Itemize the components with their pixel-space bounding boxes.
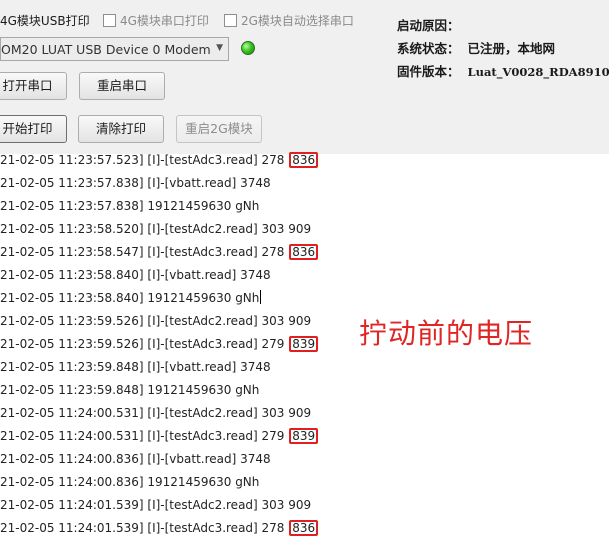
restart-port-button[interactable]: 重启串口 <box>79 72 165 100</box>
log-line: 21-02-05 11:24:00.531] [I]-[testAdc3.rea… <box>0 427 319 445</box>
start-print-button[interactable]: 开始打印 <box>0 115 67 143</box>
log-line-text: 21-02-05 11:24:00.531] [I]-[testAdc3.rea… <box>0 429 289 443</box>
log-line-text: 21-02-05 11:23:59.848] 19121459630 gNh <box>0 383 260 397</box>
boot-reason-row: 启动原因： <box>397 15 468 34</box>
option-4g-serial-print-label: 4G模块串口打印 <box>120 14 209 28</box>
log-line-text: 21-02-05 11:23:57.523] [I]-[testAdc3.rea… <box>0 153 289 167</box>
log-line-text: 21-02-05 11:24:01.539] [I]-[testAdc3.rea… <box>0 521 289 535</box>
log-line-text: 21-02-05 11:23:57.838] 19121459630 gNh <box>0 199 260 213</box>
annotation-text: 拧动前的电压 <box>359 317 534 350</box>
serial-port-select[interactable]: OM20 LUAT USB Device 0 Modem (C ▼ <box>0 37 229 61</box>
log-highlight-value: 836 <box>289 520 319 536</box>
option-4g-usb-print[interactable]: 4G模块USB打印 <box>0 12 90 29</box>
restart-2g-module-button[interactable]: 重启2G模块 <box>176 115 262 143</box>
log-line-text: 21-02-05 11:24:00.836] 19121459630 gNh <box>0 475 260 489</box>
log-highlight-value: 836 <box>289 244 319 260</box>
boot-reason-label: 启动原因： <box>397 18 460 33</box>
log-line-text: 21-02-05 11:24:00.836] [I]-[vbatt.read] … <box>0 452 271 466</box>
checkbox-4g-serial-print[interactable] <box>103 14 116 27</box>
log-highlight-value: 839 <box>289 428 319 444</box>
log-line-text: 21-02-05 11:23:59.526] [I]-[testAdc2.rea… <box>0 314 312 328</box>
log-line-text: 21-02-05 11:23:59.526] [I]-[testAdc3.rea… <box>0 337 289 351</box>
system-status-value: 已注册，本地网 <box>467 41 556 56</box>
control-panel: 4G模块USB打印 4G模块串口打印 2G模块自动选择串口 OM20 LUAT … <box>0 0 609 155</box>
log-line: 21-02-05 11:23:57.838] [I]-[vbatt.read] … <box>0 174 271 192</box>
log-line: 21-02-05 11:24:00.836] 19121459630 gNh <box>0 473 259 491</box>
log-line-text: 21-02-05 11:23:58.840] [I]-[vbatt.read] … <box>0 268 271 282</box>
log-line: 21-02-05 11:24:01.539] [I]-[testAdc3.rea… <box>0 519 319 537</box>
serial-port-select-value: OM20 LUAT USB Device 0 Modem (C <box>1 42 211 57</box>
option-2g-auto-serial-label: 2G模块自动选择串口 <box>241 14 354 28</box>
open-port-button[interactable]: 打开串口 <box>0 72 67 100</box>
log-line: 21-02-05 11:23:58.547] [I]-[testAdc3.rea… <box>0 243 319 261</box>
log-line: 21-02-05 11:23:59.526] [I]-[testAdc3.rea… <box>0 335 319 353</box>
log-line: 21-02-05 11:23:57.838] 19121459630 gNh <box>0 197 259 215</box>
log-line: 21-02-05 11:23:58.520] [I]-[testAdc2.rea… <box>0 220 311 238</box>
log-line: 21-02-05 11:23:59.848] 19121459630 gNh <box>0 381 259 399</box>
log-line-text: 21-02-05 11:23:57.838] [I]-[vbatt.read] … <box>0 176 271 190</box>
log-line: 21-02-05 11:24:01.539] [I]-[testAdc2.rea… <box>0 496 311 514</box>
log-line-text: 21-02-05 11:23:58.520] [I]-[testAdc2.rea… <box>0 222 312 236</box>
log-line-text: 21-02-05 11:24:01.539] [I]-[testAdc2.rea… <box>0 498 312 512</box>
system-status-label: 系统状态： <box>397 41 460 56</box>
firmware-version-label: 固件版本： <box>397 64 460 79</box>
log-line-text: 21-02-05 11:23:59.848] [I]-[vbatt.read] … <box>0 360 271 374</box>
checkbox-2g-auto-serial[interactable] <box>224 14 237 27</box>
log-line: 21-02-05 11:24:00.531] [I]-[testAdc2.rea… <box>0 404 311 422</box>
text-cursor <box>260 290 262 304</box>
system-status-row: 系统状态： 已注册，本地网 <box>397 38 555 57</box>
chevron-down-icon[interactable]: ▼ <box>216 43 223 53</box>
option-4g-serial-print[interactable]: 4G模块串口打印 <box>103 12 209 29</box>
clear-print-button[interactable]: 清除打印 <box>78 115 164 143</box>
log-line: 21-02-05 11:23:57.523] [I]-[testAdc3.rea… <box>0 151 319 169</box>
log-line: 21-02-05 11:23:58.840] 19121459630 gNh <box>0 289 262 307</box>
log-line-text: 21-02-05 11:24:00.531] [I]-[testAdc2.rea… <box>0 406 312 420</box>
log-line: 21-02-05 11:23:58.840] [I]-[vbatt.read] … <box>0 266 271 284</box>
log-line-text: 21-02-05 11:23:58.840] 19121459630 gNh <box>0 291 260 305</box>
firmware-version-value: Luat_V0028_RDA8910 <box>467 65 609 79</box>
log-line-text: 21-02-05 11:23:58.547] [I]-[testAdc3.rea… <box>0 245 289 259</box>
option-2g-auto-serial[interactable]: 2G模块自动选择串口 <box>224 12 354 29</box>
connection-status-led-icon <box>241 41 255 55</box>
firmware-version-row: 固件版本： Luat_V0028_RDA8910 <box>397 61 609 80</box>
log-line: 21-02-05 11:23:59.526] [I]-[testAdc2.rea… <box>0 312 311 330</box>
option-4g-usb-print-label: 4G模块USB打印 <box>0 14 90 28</box>
log-line: 21-02-05 11:23:59.848] [I]-[vbatt.read] … <box>0 358 271 376</box>
log-highlight-value: 836 <box>289 152 319 168</box>
log-highlight-value: 839 <box>289 336 319 352</box>
log-line: 21-02-05 11:24:00.836] [I]-[vbatt.read] … <box>0 450 271 468</box>
